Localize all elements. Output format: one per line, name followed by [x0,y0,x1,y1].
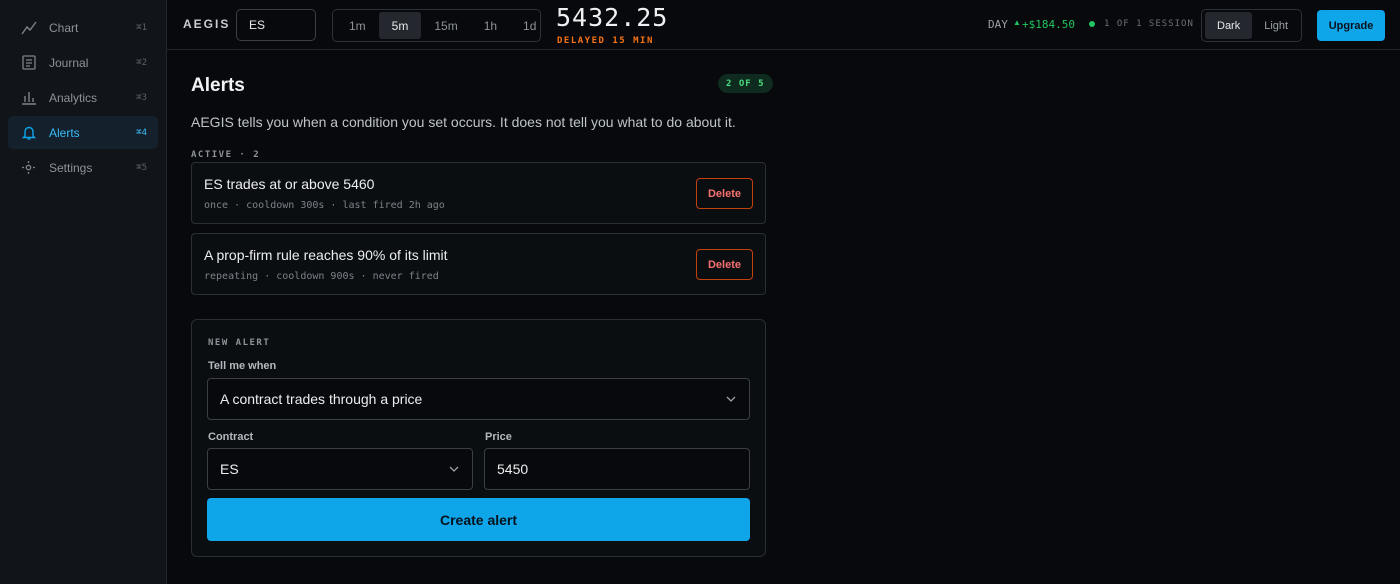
contract-label: Contract [208,431,254,443]
brand-logo: AEGIS [183,17,231,31]
alert-title: ES trades at or above 5460 [204,176,375,192]
contract-select[interactable]: ES [207,448,473,490]
timeframe-selector: 1m 5m 15m 1h 1d [332,9,541,42]
alert-card: A prop-firm rule reaches 90% of its limi… [191,233,766,295]
shortcut-hint: ⌘3 [136,92,147,103]
delete-alert-button[interactable]: Delete [696,178,753,209]
create-alert-button[interactable]: Create alert [207,498,750,541]
timeframe-15m-button[interactable]: 15m [421,12,470,39]
shortcut-hint: ⌘1 [136,22,147,33]
timeframe-1m-button[interactable]: 1m [336,12,379,39]
journal-icon [20,54,37,71]
sidebar-item-label: Journal [49,55,89,70]
alert-meta: once · cooldown 300s · last fired 2h ago [204,200,445,211]
timeframe-1d-button[interactable]: 1d [510,12,549,39]
chevron-down-icon [448,463,460,475]
alert-meta: repeating · cooldown 900s · never fired [204,271,439,282]
sidebar-item-label: Chart [49,20,79,35]
bar-chart-icon [20,89,37,106]
price-label: Price [485,431,512,443]
theme-light-button[interactable]: Light [1252,12,1300,39]
theme-toggle: Dark Light [1201,9,1302,42]
symbol-input[interactable] [236,9,316,41]
delayed-notice: DELAYED 15 MIN [557,36,654,46]
delete-alert-button[interactable]: Delete [696,249,753,280]
condition-label: Tell me when [208,360,277,372]
last-price: 5432.25 [556,3,669,32]
up-arrow-icon: ▲ [1013,18,1021,27]
sidebar-item-analytics[interactable]: Analytics ⌘3 [8,81,158,114]
session-indicator: 1 OF 1 SESSION [1104,19,1194,29]
sidebar-item-settings[interactable]: Settings ⌘5 [8,151,158,184]
sidebar-item-chart[interactable]: Chart ⌘1 [8,11,158,44]
sidebar: Chart ⌘1 Journal ⌘2 Analytics ⌘3 Alerts … [0,0,167,584]
new-alert-form: NEW ALERT Tell me when A contract trades… [191,319,766,557]
day-pnl-label: DAY [988,18,1008,31]
sidebar-item-journal[interactable]: Journal ⌘2 [8,46,158,79]
sidebar-item-label: Analytics [49,90,98,105]
condition-select-value: A contract trades through a price [220,391,423,407]
shortcut-hint: ⌘2 [136,57,147,68]
line-chart-icon [20,19,37,36]
active-section-label: ACTIVE · 2 [191,150,261,160]
sidebar-item-label: Alerts [49,125,80,140]
price-input[interactable] [484,448,750,490]
contract-select-value: ES [220,461,239,477]
day-pnl-value: +$184.50 [1022,18,1075,31]
alert-title: A prop-firm rule reaches 90% of its limi… [204,247,448,263]
chevron-down-icon [725,393,737,405]
alert-card: ES trades at or above 5460 once · cooldo… [191,162,766,224]
sidebar-item-alerts[interactable]: Alerts ⌘4 [8,116,158,149]
timeframe-1h-button[interactable]: 1h [471,12,510,39]
shortcut-hint: ⌘4 [136,127,147,138]
bell-icon [20,124,37,141]
gear-icon [20,159,37,176]
theme-dark-button[interactable]: Dark [1205,12,1253,39]
session-status-dot [1089,21,1095,27]
top-bar: AEGIS 1m 5m 15m 1h 1d 5432.25 DELAYED 15… [167,0,1400,50]
condition-select[interactable]: A contract trades through a price [207,378,750,420]
new-alert-section-label: NEW ALERT [208,338,271,348]
sidebar-item-label: Settings [49,160,93,175]
page-title: Alerts [191,75,245,96]
shortcut-hint: ⌘5 [136,162,147,173]
page-description: AEGIS tells you when a condition you set… [191,114,736,130]
upgrade-button[interactable]: Upgrade [1317,10,1385,41]
alert-count-badge: 2 OF 5 [718,74,773,93]
timeframe-5m-button[interactable]: 5m [378,12,422,39]
